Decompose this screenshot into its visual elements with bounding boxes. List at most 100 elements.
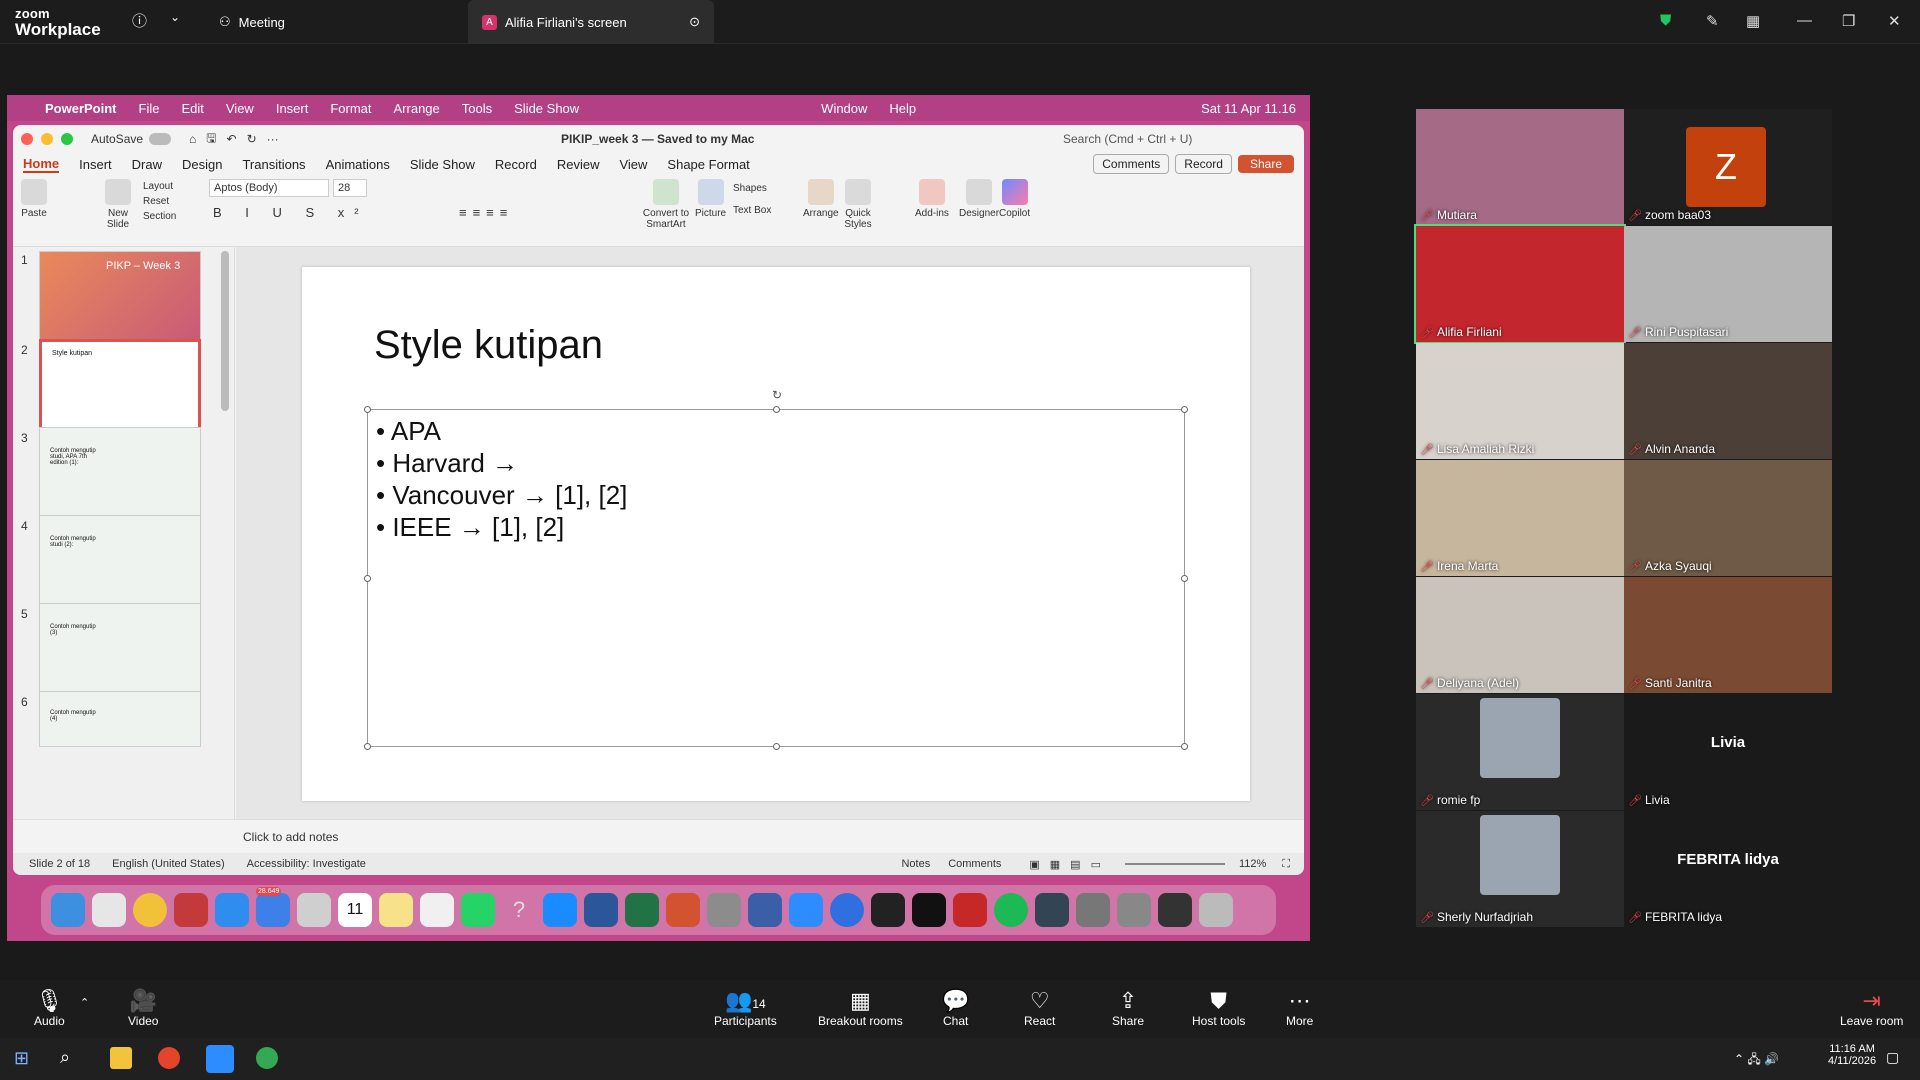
participant-tile[interactable]: 🎤︎ Deliyana (Adel) <box>1416 577 1624 693</box>
quick-styles-button[interactable]: Quick Styles <box>841 179 875 230</box>
video-button[interactable]: 🎥 Video <box>128 988 158 1028</box>
zoom-level[interactable]: 112% <box>1239 858 1266 870</box>
resize-handle[interactable] <box>1181 743 1188 750</box>
participant-tile[interactable]: 🎤︎ romie fp <box>1416 694 1624 810</box>
search-input[interactable]: Search (Cmd + Ctrl + U) <box>1063 132 1192 146</box>
thumbnail-slide-1[interactable]: PIKP – Week 3 <box>39 251 201 343</box>
participant-tile[interactable]: 🎤︎ Alvin Ananda <box>1624 343 1832 459</box>
participant-tile[interactable]: 🎤︎ Azka Syauqi <box>1624 460 1832 576</box>
menu-tools[interactable]: Tools <box>462 101 492 116</box>
menu-slideshow[interactable]: Slide Show <box>514 101 579 116</box>
spotify-icon[interactable] <box>994 893 1028 927</box>
tab-draw[interactable]: Draw <box>132 157 162 172</box>
notes-icon[interactable] <box>379 893 413 927</box>
shapes-button[interactable]: Shapes <box>733 183 767 194</box>
participant-tile[interactable]: 🎤︎ Lisa Amaliah Rizki <box>1416 343 1624 459</box>
language[interactable]: English (United States) <box>112 858 225 870</box>
folder-icon[interactable] <box>1117 893 1151 927</box>
thumbnail-slide-4[interactable]: Contoh mengutip studi (2): <box>39 515 201 607</box>
font-name-select[interactable]: Aptos (Body) <box>209 179 329 197</box>
resize-handle[interactable] <box>364 406 371 413</box>
thumbnail-slide-6[interactable]: Contoh mengutip (4) <box>39 691 201 747</box>
tab-shared-screen[interactable]: A Alifia Firliani's screen ⊙ <box>468 0 714 44</box>
resize-handle[interactable] <box>773 743 780 750</box>
leave-room-button[interactable]: ⇥ Leave room <box>1840 988 1903 1028</box>
bullet-item[interactable]: • APA <box>376 416 441 447</box>
home-icon[interactable]: ⌂ <box>189 132 196 146</box>
annotate-icon[interactable]: ✎ <box>1706 12 1719 30</box>
bullet-item[interactable]: • Harvard → <box>376 448 518 479</box>
redo-icon[interactable]: ↻ <box>247 132 257 146</box>
participant-tile[interactable]: 🎤︎ Rini Puspitasari <box>1624 226 1832 342</box>
thumbnail-slide-2[interactable]: Style kutipan <box>39 339 201 431</box>
undo-icon[interactable]: ↶ <box>227 132 237 146</box>
resize-handle[interactable] <box>1181 575 1188 582</box>
tray-icons[interactable]: ⌃ 🖧 🔊 <box>1734 1050 1779 1071</box>
audio-button[interactable]: 🎙 Audio <box>34 988 65 1028</box>
tab-meeting[interactable]: ⚇ Meeting <box>205 0 299 44</box>
layout-button[interactable]: Layout <box>143 179 176 194</box>
thumbnail-slide-3[interactable]: Contoh mengutip studi, APA 7th edition (… <box>39 427 201 519</box>
app-icon[interactable] <box>830 893 864 927</box>
resize-handle[interactable] <box>364 743 371 750</box>
participants-button[interactable]: 👥14 Participants <box>714 988 777 1028</box>
tab-review[interactable]: Review <box>557 157 600 172</box>
tab-slideshow[interactable]: Slide Show <box>410 157 475 172</box>
participant-tile[interactable]: 🎤︎ Sherly Nurfadjriah <box>1416 811 1624 927</box>
tab-transitions[interactable]: Transitions <box>242 157 305 172</box>
zoom-slider[interactable] <box>1124 863 1225 865</box>
search-icon[interactable]: ⌕ <box>60 1047 70 1068</box>
launchpad-icon[interactable] <box>92 893 126 927</box>
host-tools-button[interactable]: ⛊ Host tools <box>1192 988 1245 1028</box>
breakout-rooms-button[interactable]: ▦ Breakout rooms <box>818 988 903 1028</box>
tab-view[interactable]: View <box>619 157 647 172</box>
more-icon[interactable]: ··· <box>267 132 279 146</box>
textbox-button[interactable]: Text Box <box>733 205 771 216</box>
more-icon[interactable]: ⊙ <box>689 14 700 30</box>
record-button[interactable]: Record <box>1175 154 1232 174</box>
body-textbox[interactable]: • APA • Harvard → • Vancouver → [1], [2]… <box>364 388 1188 750</box>
participant-tile[interactable]: FEBRITA lidya 🎤︎ FEBRITA lidya <box>1624 811 1832 927</box>
fit-icon[interactable]: ⛶ <box>1282 858 1290 871</box>
autosave-toggle[interactable] <box>149 133 172 145</box>
chevron-down-icon[interactable]: ⌄ <box>170 10 180 24</box>
chat-button[interactable]: 💬 Chat <box>942 988 969 1028</box>
paste-button[interactable]: Paste <box>21 179 47 219</box>
participant-tile[interactable]: 🎤︎ Alifia Firliani <box>1414 224 1626 344</box>
copilot-button[interactable]: Copilot <box>999 179 1030 219</box>
app-icon[interactable] <box>953 893 987 927</box>
more-button[interactable]: ⋯ More <box>1286 988 1313 1028</box>
folder-icon[interactable] <box>1076 893 1110 927</box>
zoom-icon[interactable] <box>789 893 823 927</box>
align-buttons[interactable]: ≡≡≡≡ <box>459 205 513 220</box>
chrome-icon[interactable] <box>158 1047 180 1069</box>
notification-icon[interactable]: ▢ <box>1886 1049 1899 1066</box>
whatsapp-icon[interactable] <box>461 893 495 927</box>
rotate-handle-icon[interactable]: ↻ <box>772 388 782 402</box>
share-button[interactable]: Share <box>1237 155 1294 173</box>
resize-handle[interactable] <box>1181 406 1188 413</box>
calendar-icon[interactable]: 11 <box>338 893 372 927</box>
menu-help[interactable]: Help <box>889 101 916 116</box>
settings-icon[interactable] <box>707 893 741 927</box>
new-slide-button[interactable]: New Slide <box>101 179 135 230</box>
font-format-buttons[interactable]: B I U S x² <box>213 205 369 220</box>
thumbnail-scrollbar[interactable] <box>221 251 229 411</box>
menu-window[interactable]: Window <box>821 101 867 116</box>
arrange-button[interactable]: Arrange <box>803 179 839 219</box>
bullet-item[interactable]: • Vancouver → [1], [2] <box>376 480 627 511</box>
comments-status-button[interactable]: Comments <box>948 858 1001 870</box>
info-icon[interactable]: ⓘ <box>132 10 147 31</box>
app-icon[interactable] <box>748 893 782 927</box>
font-size-select[interactable]: 28 <box>333 179 367 197</box>
resize-handle[interactable] <box>364 575 371 582</box>
layout-icon[interactable]: ▦ <box>1746 12 1760 30</box>
section-button[interactable]: Section <box>143 209 176 224</box>
chrome-icon[interactable] <box>256 1047 278 1069</box>
menu-edit[interactable]: Edit <box>181 101 203 116</box>
designer-button[interactable]: Designer <box>959 179 999 219</box>
app-icon[interactable] <box>1035 893 1069 927</box>
excel-icon[interactable] <box>625 893 659 927</box>
zoom-icon[interactable] <box>206 1045 234 1073</box>
file-explorer-icon[interactable] <box>110 1047 132 1069</box>
